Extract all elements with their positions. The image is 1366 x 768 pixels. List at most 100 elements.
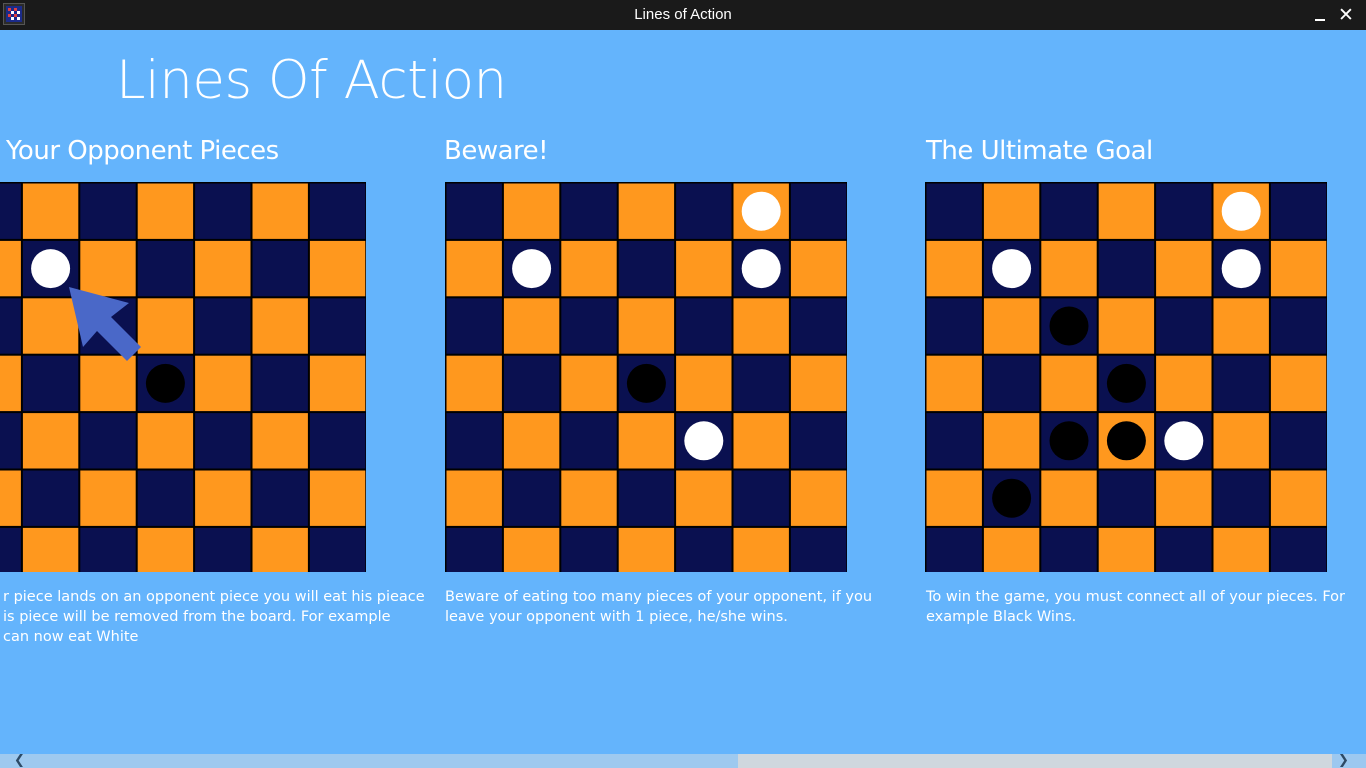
board-square[interactable]: [195, 413, 251, 469]
board-square[interactable]: [503, 183, 560, 239]
board-square[interactable]: [252, 470, 308, 526]
board-square[interactable]: [22, 470, 79, 526]
board-square[interactable]: [503, 470, 560, 526]
white-piece[interactable]: [741, 191, 781, 231]
board-square[interactable]: [926, 527, 982, 572]
board-square[interactable]: [1270, 298, 1327, 354]
board-square[interactable]: [733, 355, 789, 412]
board-square[interactable]: [618, 413, 675, 469]
board-square[interactable]: [252, 183, 308, 239]
board-square[interactable]: [1156, 355, 1212, 412]
board-square[interactable]: [1098, 298, 1155, 354]
white-piece[interactable]: [992, 249, 1032, 289]
board-square[interactable]: [676, 298, 732, 354]
white-piece[interactable]: [1221, 249, 1261, 289]
board-square[interactable]: [1270, 183, 1327, 239]
board-square[interactable]: [561, 183, 617, 239]
board-square[interactable]: [195, 527, 251, 572]
board-square[interactable]: [80, 470, 136, 526]
board-square[interactable]: [676, 355, 732, 412]
board-square[interactable]: [790, 413, 847, 469]
board-square[interactable]: [1156, 298, 1212, 354]
scrollbar-thumb[interactable]: [0, 754, 738, 768]
board-square[interactable]: [1270, 413, 1327, 469]
board-square[interactable]: [22, 355, 79, 412]
board-square[interactable]: [137, 240, 194, 297]
board-square[interactable]: [1098, 527, 1155, 572]
board-square[interactable]: [561, 355, 617, 412]
board-square[interactable]: [983, 183, 1040, 239]
board-square[interactable]: [926, 183, 982, 239]
board-square[interactable]: [790, 527, 847, 572]
board-square[interactable]: [926, 240, 982, 297]
board-square[interactable]: [309, 355, 366, 412]
white-piece[interactable]: [1164, 421, 1204, 461]
board-square[interactable]: [446, 355, 502, 412]
board-square[interactable]: [309, 470, 366, 526]
board-square[interactable]: [0, 527, 21, 572]
board-square[interactable]: [0, 355, 21, 412]
scroll-right-arrow-icon[interactable]: ❯: [1338, 754, 1352, 768]
board-square[interactable]: [1213, 298, 1269, 354]
board-square[interactable]: [137, 298, 194, 354]
board-square[interactable]: [446, 527, 502, 572]
board-square[interactable]: [1041, 240, 1097, 297]
board-square[interactable]: [733, 413, 789, 469]
black-piece[interactable]: [1049, 306, 1089, 346]
board-square[interactable]: [561, 298, 617, 354]
board-square[interactable]: [983, 527, 1040, 572]
board-square[interactable]: [252, 298, 308, 354]
white-piece[interactable]: [684, 421, 724, 461]
board-square[interactable]: [503, 527, 560, 572]
scrollbar-track[interactable]: [738, 754, 1332, 768]
board-square[interactable]: [309, 240, 366, 297]
board-square[interactable]: [1213, 470, 1269, 526]
board-square[interactable]: [195, 470, 251, 526]
board-square[interactable]: [309, 527, 366, 572]
board-square[interactable]: [561, 470, 617, 526]
board-square[interactable]: [618, 470, 675, 526]
white-piece[interactable]: [741, 249, 781, 289]
board-square[interactable]: [195, 298, 251, 354]
board-square[interactable]: [733, 527, 789, 572]
board-square[interactable]: [80, 413, 136, 469]
board-square[interactable]: [1041, 527, 1097, 572]
board-square[interactable]: [309, 298, 366, 354]
board-square[interactable]: [446, 240, 502, 297]
board-square[interactable]: [790, 240, 847, 297]
board-square[interactable]: [1098, 470, 1155, 526]
board-square[interactable]: [1270, 527, 1327, 572]
white-piece[interactable]: [512, 249, 552, 289]
board-square[interactable]: [137, 183, 194, 239]
board-square[interactable]: [1270, 355, 1327, 412]
black-piece[interactable]: [1106, 421, 1146, 461]
board-square[interactable]: [446, 298, 502, 354]
board-square[interactable]: [80, 527, 136, 572]
board-square[interactable]: [1098, 240, 1155, 297]
board-square[interactable]: [561, 240, 617, 297]
board-square[interactable]: [137, 470, 194, 526]
board-square[interactable]: [926, 298, 982, 354]
board-square[interactable]: [503, 355, 560, 412]
board-square[interactable]: [22, 298, 79, 354]
board-square[interactable]: [252, 527, 308, 572]
board-square[interactable]: [0, 183, 21, 239]
board-square[interactable]: [1213, 355, 1269, 412]
board-square[interactable]: [1156, 240, 1212, 297]
board-square[interactable]: [618, 183, 675, 239]
board-square[interactable]: [790, 183, 847, 239]
white-piece[interactable]: [1221, 191, 1261, 231]
board-square[interactable]: [983, 298, 1040, 354]
board-square[interactable]: [561, 413, 617, 469]
board-square[interactable]: [733, 470, 789, 526]
board-square[interactable]: [1213, 527, 1269, 572]
board-square[interactable]: [983, 355, 1040, 412]
black-piece[interactable]: [992, 478, 1032, 518]
board-square[interactable]: [503, 413, 560, 469]
board-square[interactable]: [80, 240, 136, 297]
board-square[interactable]: [1156, 527, 1212, 572]
board-square[interactable]: [252, 413, 308, 469]
board-square[interactable]: [1098, 183, 1155, 239]
board-square[interactable]: [0, 470, 21, 526]
board-square[interactable]: [1270, 240, 1327, 297]
